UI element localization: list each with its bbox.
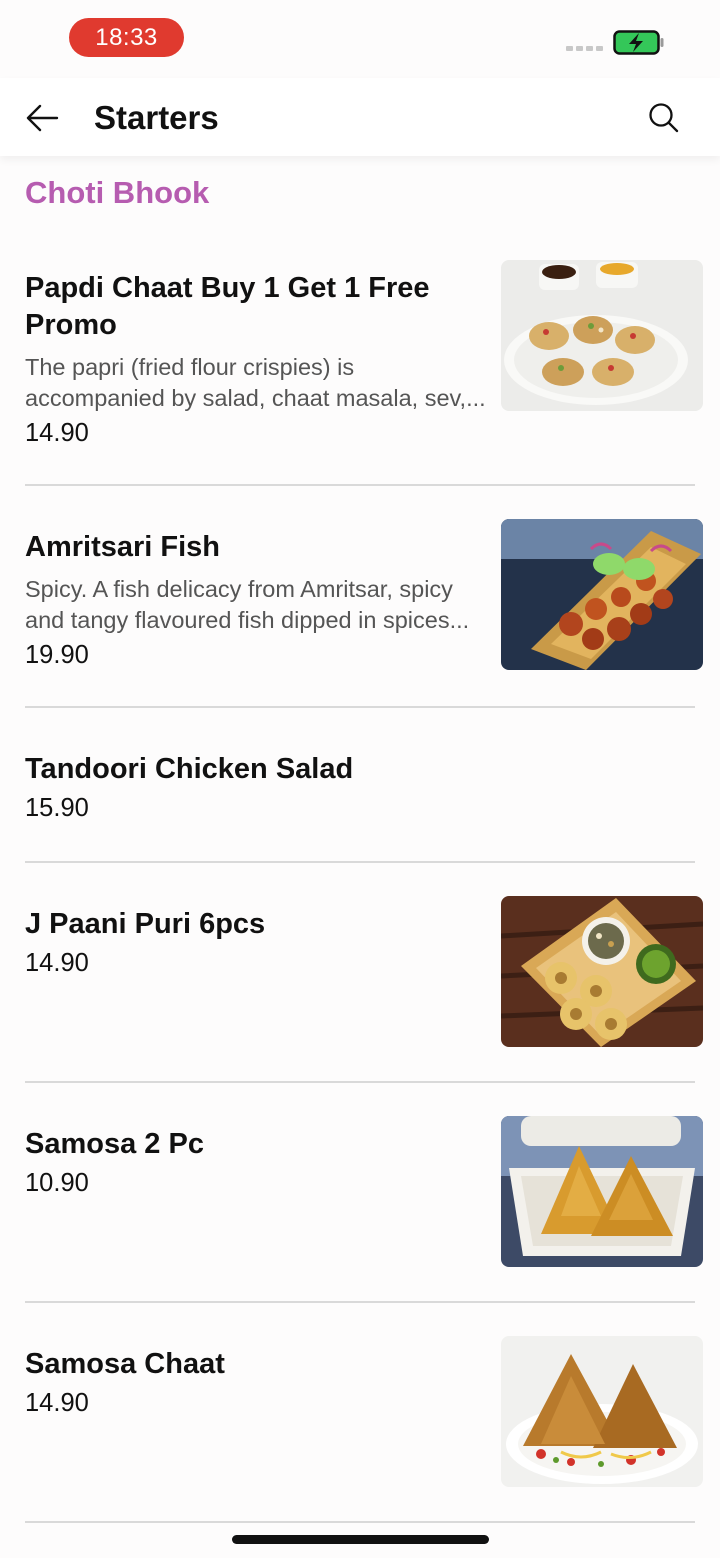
status-bar: 18:33 (0, 0, 720, 78)
item-photo (501, 519, 703, 670)
item-name: Tandoori Chicken Salad (25, 753, 354, 785)
divider (25, 1521, 695, 1523)
item-description: The papri (fried flour crispies) is acco… (25, 354, 486, 411)
divider (25, 1081, 695, 1083)
page-title: Starters (94, 99, 219, 136)
divider (25, 861, 695, 863)
divider (25, 484, 695, 486)
back-arrow-icon[interactable] (22, 98, 62, 138)
item-price: 10.90 (25, 1169, 89, 1197)
screen: 18:33 Starters Choti Bhook Papdi Chaat B… (0, 0, 720, 1558)
item-name: Amritsari Fish (25, 531, 220, 563)
section-title: Choti Bhook (25, 175, 210, 210)
battery-charging-icon (613, 30, 664, 55)
item-photo (501, 896, 703, 1047)
item-name: J Paani Puri 6pcs (25, 908, 266, 940)
item-price: 14.90 (25, 419, 89, 447)
item-name: Papdi Chaat Buy 1 Get 1 Free Promo (25, 272, 430, 341)
item-name: Samosa Chaat (25, 1348, 225, 1380)
item-name: Samosa 2 Pc (25, 1128, 204, 1160)
item-price: 19.90 (25, 641, 89, 669)
divider (25, 706, 695, 708)
item-price: 14.90 (25, 949, 89, 977)
item-price: 14.90 (25, 1389, 89, 1417)
item-photo (501, 1336, 703, 1487)
item-photo (501, 260, 703, 411)
item-description: Spicy. A fish delicacy from Amritsar, sp… (25, 576, 470, 633)
status-time: 18:33 (69, 18, 184, 57)
divider (25, 1301, 695, 1303)
home-indicator[interactable] (232, 1535, 489, 1544)
signal-icon (566, 46, 603, 51)
item-photo (501, 1116, 703, 1267)
app-header: Starters (0, 78, 720, 156)
search-icon[interactable] (644, 98, 684, 138)
item-price: 15.90 (25, 794, 89, 822)
